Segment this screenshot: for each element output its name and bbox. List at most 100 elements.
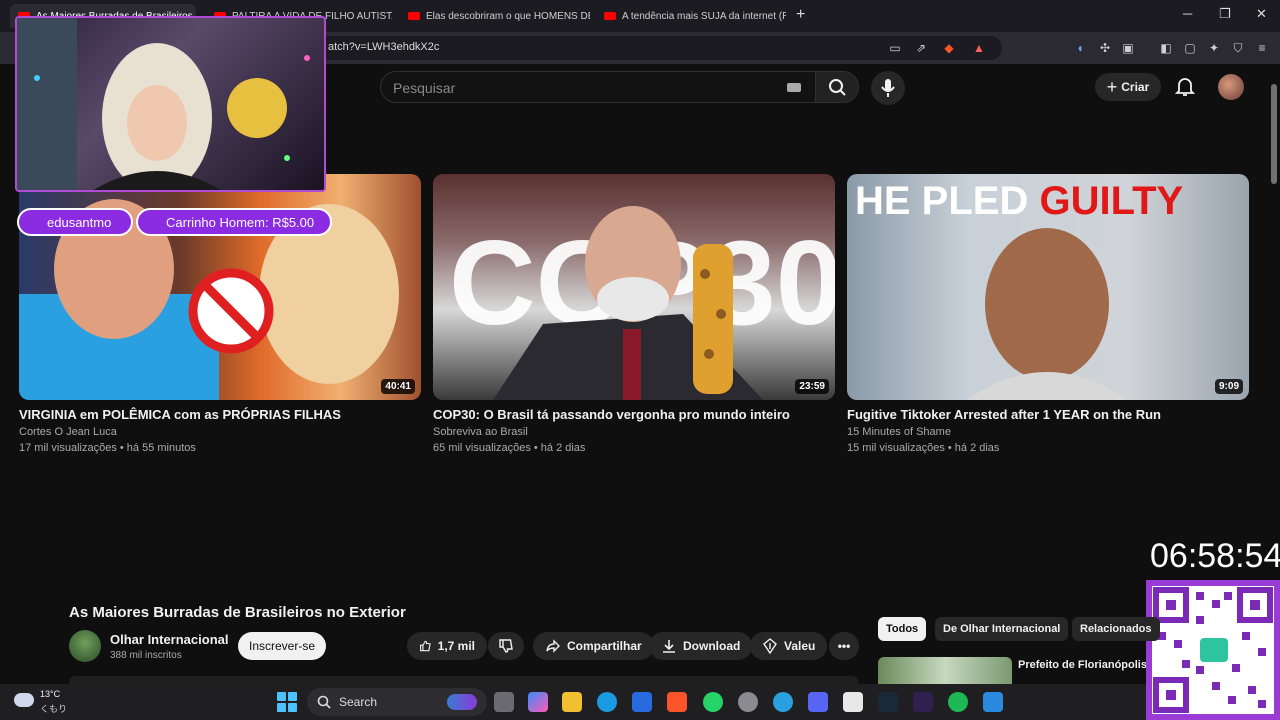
video-channel[interactable]: Cortes O Jean Luca xyxy=(19,426,117,438)
search-button[interactable] xyxy=(815,71,859,103)
weather-temperature[interactable]: 13°C xyxy=(40,689,60,699)
brave-rewards-icon[interactable]: ▲ xyxy=(972,41,986,55)
webcam-feed xyxy=(17,18,310,190)
video-title[interactable]: VIRGINIA em POLÊMICA com as PRÓPRIAS FIL… xyxy=(19,407,341,422)
maximize-icon[interactable]: ❐ xyxy=(1219,6,1231,22)
copilot-icon[interactable] xyxy=(528,692,548,712)
url-field[interactable]: atch?v=LWH3ehdkX2c ▭ ⇗ ◆ ▲ xyxy=(316,36,1002,60)
start-button[interactable] xyxy=(277,692,297,712)
channel-name[interactable]: Olhar Internacional xyxy=(110,632,228,647)
menu-icon[interactable]: ≡ xyxy=(1255,41,1269,55)
task-view-icon[interactable] xyxy=(494,692,514,712)
subscribe-button[interactable]: Inscrever-se xyxy=(238,632,326,660)
donation-pill: Carrinho Homem: R$5.00 xyxy=(136,208,332,236)
video-channel[interactable]: Sobreviva ao Brasil xyxy=(433,426,528,438)
plus-icon: + xyxy=(1106,76,1118,97)
avatar[interactable] xyxy=(1218,74,1244,100)
leo-icon[interactable]: ✦ xyxy=(1207,41,1221,55)
download-icon xyxy=(663,640,675,653)
cloud-icon[interactable] xyxy=(14,693,34,707)
whatsapp-icon[interactable] xyxy=(703,692,723,712)
file-explorer-icon[interactable] xyxy=(562,692,582,712)
new-tab-button[interactable]: + xyxy=(796,6,805,24)
scrollbar-thumb[interactable] xyxy=(1271,84,1277,184)
video-meta: 17 mil visualizações • há 55 minutos xyxy=(19,442,196,454)
capcut-icon[interactable] xyxy=(843,692,863,712)
search-icon xyxy=(317,695,331,709)
thumbnail-art: COP30 xyxy=(449,206,835,400)
related-video-title[interactable]: Prefeito de Florianópolis e mendigos xyxy=(1018,658,1146,673)
like-button[interactable]: 1,7 mil xyxy=(407,632,487,660)
brave-icon[interactable] xyxy=(667,692,687,712)
more-icon: ••• xyxy=(837,639,851,653)
thumbnail-art: HE PLED GUILTY xyxy=(855,179,1183,400)
notifications-button[interactable] xyxy=(1173,74,1197,98)
browser-tab[interactable]: A tendência mais SUJA da internet (R xyxy=(596,4,786,28)
extensions-icon[interactable]: ✣ xyxy=(1098,41,1112,55)
video-title[interactable]: Fugitive Tiktoker Arrested after 1 YEAR … xyxy=(847,407,1161,422)
video-meta: 65 mil visualizações • há 2 dias xyxy=(433,442,586,454)
chip-related[interactable]: Relacionados xyxy=(1072,617,1160,641)
obs-icon[interactable] xyxy=(913,692,933,712)
spotify-icon[interactable] xyxy=(948,692,968,712)
edge-icon[interactable] xyxy=(597,692,617,712)
download-button[interactable]: Download xyxy=(649,632,753,660)
thumbnail-text-red: GUILTY xyxy=(1039,179,1183,223)
chip-all[interactable]: Todos xyxy=(878,617,927,641)
discord-icon[interactable] xyxy=(808,692,828,712)
sidebar-icon[interactable]: ◧ xyxy=(1159,41,1173,55)
share-button[interactable]: Compartilhar xyxy=(533,632,654,660)
video-title[interactable]: COP30: O Brasil tá passando vergonha pro… xyxy=(433,407,790,422)
webcam-overlay xyxy=(15,16,326,192)
audio-icon[interactable]: ◖ xyxy=(1073,41,1087,55)
taskbar-search-label: Search xyxy=(339,695,378,709)
keyboard-icon[interactable] xyxy=(787,83,801,92)
create-button[interactable]: + Criar xyxy=(1095,73,1161,101)
thanks-label: Valeu xyxy=(784,639,816,653)
vpn-icon[interactable]: ⛉ xyxy=(1231,41,1245,55)
minimize-icon[interactable]: ─ xyxy=(1183,6,1192,21)
url-text: atch?v=LWH3ehdkX2c xyxy=(328,41,440,53)
taskbar-search[interactable]: Search xyxy=(307,688,487,716)
dislike-button[interactable] xyxy=(488,632,524,660)
video-thumbnail[interactable]: COP30 23:59 xyxy=(433,174,835,400)
cast-icon[interactable]: ▭ xyxy=(888,41,902,55)
share-icon[interactable]: ⇗ xyxy=(914,41,928,55)
thanks-button[interactable]: Valeu xyxy=(750,632,828,660)
close-window-icon[interactable]: ✕ xyxy=(1256,6,1267,22)
wallet-icon[interactable]: ▢ xyxy=(1183,41,1197,55)
page-scrollbar[interactable] xyxy=(1268,64,1280,592)
tab-label: A tendência mais SUJA da internet (R xyxy=(622,10,786,22)
video-channel[interactable]: 15 Minutes of Shame xyxy=(847,426,951,438)
browser-tab[interactable]: Elas descobriram o que HOMENS DE xyxy=(400,4,590,28)
share-arrow-icon xyxy=(546,639,560,653)
video-thumbnail[interactable]: HE PLED GUILTY 9:09 xyxy=(847,174,1249,400)
page-title: As Maiores Burradas de Brasileiros no Ex… xyxy=(69,604,406,621)
store-icon[interactable] xyxy=(632,692,652,712)
telegram-icon[interactable] xyxy=(773,692,793,712)
youtube-favicon-icon xyxy=(604,12,616,20)
photos-icon[interactable] xyxy=(983,692,1003,712)
channel-avatar[interactable] xyxy=(69,630,101,662)
pill-text: edusantmo xyxy=(47,214,112,230)
steam-icon[interactable] xyxy=(878,692,898,712)
search-placeholder: Pesquisar xyxy=(393,80,456,96)
super-thanks-icon xyxy=(763,638,777,654)
bing-icon xyxy=(447,694,477,710)
weather-condition[interactable]: くもり xyxy=(40,702,67,715)
thumbnail-text: HE PLED GUILTY xyxy=(855,179,1183,223)
qr-code xyxy=(1146,580,1280,720)
thumbs-up-icon xyxy=(420,640,431,652)
microphone-icon xyxy=(881,79,895,97)
voice-search-button[interactable] xyxy=(871,71,905,105)
search-input[interactable]: Pesquisar xyxy=(380,71,816,103)
chip-from-channel[interactable]: De Olhar Internacional xyxy=(935,617,1069,641)
thumbs-down-icon xyxy=(499,639,513,653)
more-actions-button[interactable]: ••• xyxy=(829,632,859,660)
brave-shields-icon[interactable]: ◆ xyxy=(942,41,956,55)
chatgpt-icon[interactable] xyxy=(738,692,758,712)
create-label: Criar xyxy=(1121,80,1150,94)
related-video-thumbnail[interactable] xyxy=(878,657,1012,684)
reader-icon[interactable]: ▣ xyxy=(1121,41,1135,55)
windows-taskbar: 13°C くもり Search xyxy=(0,684,1146,720)
